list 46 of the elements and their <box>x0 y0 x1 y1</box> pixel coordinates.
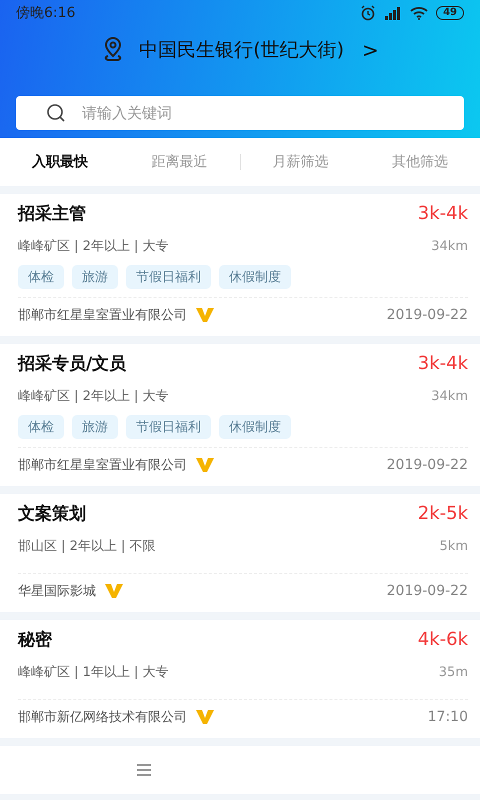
benefit-tag: 体检 <box>18 415 64 439</box>
alarm-icon <box>360 5 376 21</box>
status-time: 傍晚6:16 <box>16 4 76 22</box>
benefit-tag: 休假制度 <box>219 415 291 439</box>
company-name: 华星国际影城 <box>18 583 96 600</box>
benefit-tag: 体检 <box>18 265 64 289</box>
company-name: 邯郸市红星皇室置业有限公司 <box>18 307 187 324</box>
job-meta: 峰峰矿区 | 2年以上 | 大专 <box>18 388 169 405</box>
job-title: 秘密 <box>18 629 52 651</box>
location-name[interactable]: 中国民生银行(世纪大街) <box>139 37 344 63</box>
job-card[interactable]: 秘密 4k-6k 峰峰矿区 | 1年以上 | 大专 35m 邯郸市新亿网络技术有限公司 17:10 <box>0 620 480 738</box>
job-meta: 峰峰矿区 | 1年以上 | 大专 <box>18 664 169 681</box>
wifi-icon <box>410 6 428 20</box>
signal-icon <box>384 6 402 20</box>
job-title: 招采专员/文员 <box>18 353 126 375</box>
chevron[interactable]: > <box>362 38 379 62</box>
distance: 5km <box>440 538 468 554</box>
job-meta: 峰峰矿区 | 2年以上 | 大专 <box>18 238 169 255</box>
salary: 3k-4k <box>418 353 468 374</box>
post-date: 2019-09-22 <box>386 457 468 473</box>
benefit-tag: 旅游 <box>72 265 118 289</box>
job-title: 招采主管 <box>18 203 86 225</box>
benefit-tag: 旅游 <box>72 415 118 439</box>
filter-tab[interactable]: 入职最快 <box>0 147 120 177</box>
job-meta: 邯山区 | 2年以上 | 不限 <box>18 538 156 555</box>
battery-indicator: 49 <box>436 6 464 20</box>
post-date: 2019-09-22 <box>386 583 468 599</box>
job-card[interactable]: 招采专员/文员 3k-4k 峰峰矿区 | 2年以上 | 大专 34km 体检 旅游 节假日福利 休假制度 邯郸市红星皇室置业有限公司 2019-09-22 <box>0 344 480 486</box>
benefit-tag: 节假日福利 <box>126 265 211 289</box>
benefit-tag: 休假制度 <box>219 265 291 289</box>
post-date: 17:10 <box>428 709 468 725</box>
salary: 3k-4k <box>418 203 468 224</box>
post-date: 2019-09-22 <box>386 307 468 323</box>
search-field[interactable]: 请输入关键词 <box>16 96 464 130</box>
search-icon <box>46 103 66 123</box>
job-card[interactable]: 招采主管 3k-4k 峰峰矿区 | 2年以上 | 大专 34km 体检 旅游 节假日福利 休假制度 邯郸市红星皇室置业有限公司 2019-09-22 <box>0 194 480 336</box>
salary: 4k-6k <box>418 629 468 650</box>
distance: 35m <box>438 664 468 680</box>
company-name: 邯郸市红星皇室置业有限公司 <box>18 457 187 474</box>
job-card[interactable]: 文案策划 2k-5k 邯山区 | 2年以上 | 不限 5km 华星国际影城 2019-09-22 <box>0 494 480 612</box>
salary: 2k-5k <box>418 503 468 524</box>
job-title: 文案策划 <box>18 503 86 525</box>
benefit-tag: 节假日福利 <box>126 415 211 439</box>
distance: 34km <box>431 388 468 404</box>
distance: 34km <box>431 238 468 254</box>
company-name: 邯郸市新亿网络技术有限公司 <box>18 709 187 726</box>
